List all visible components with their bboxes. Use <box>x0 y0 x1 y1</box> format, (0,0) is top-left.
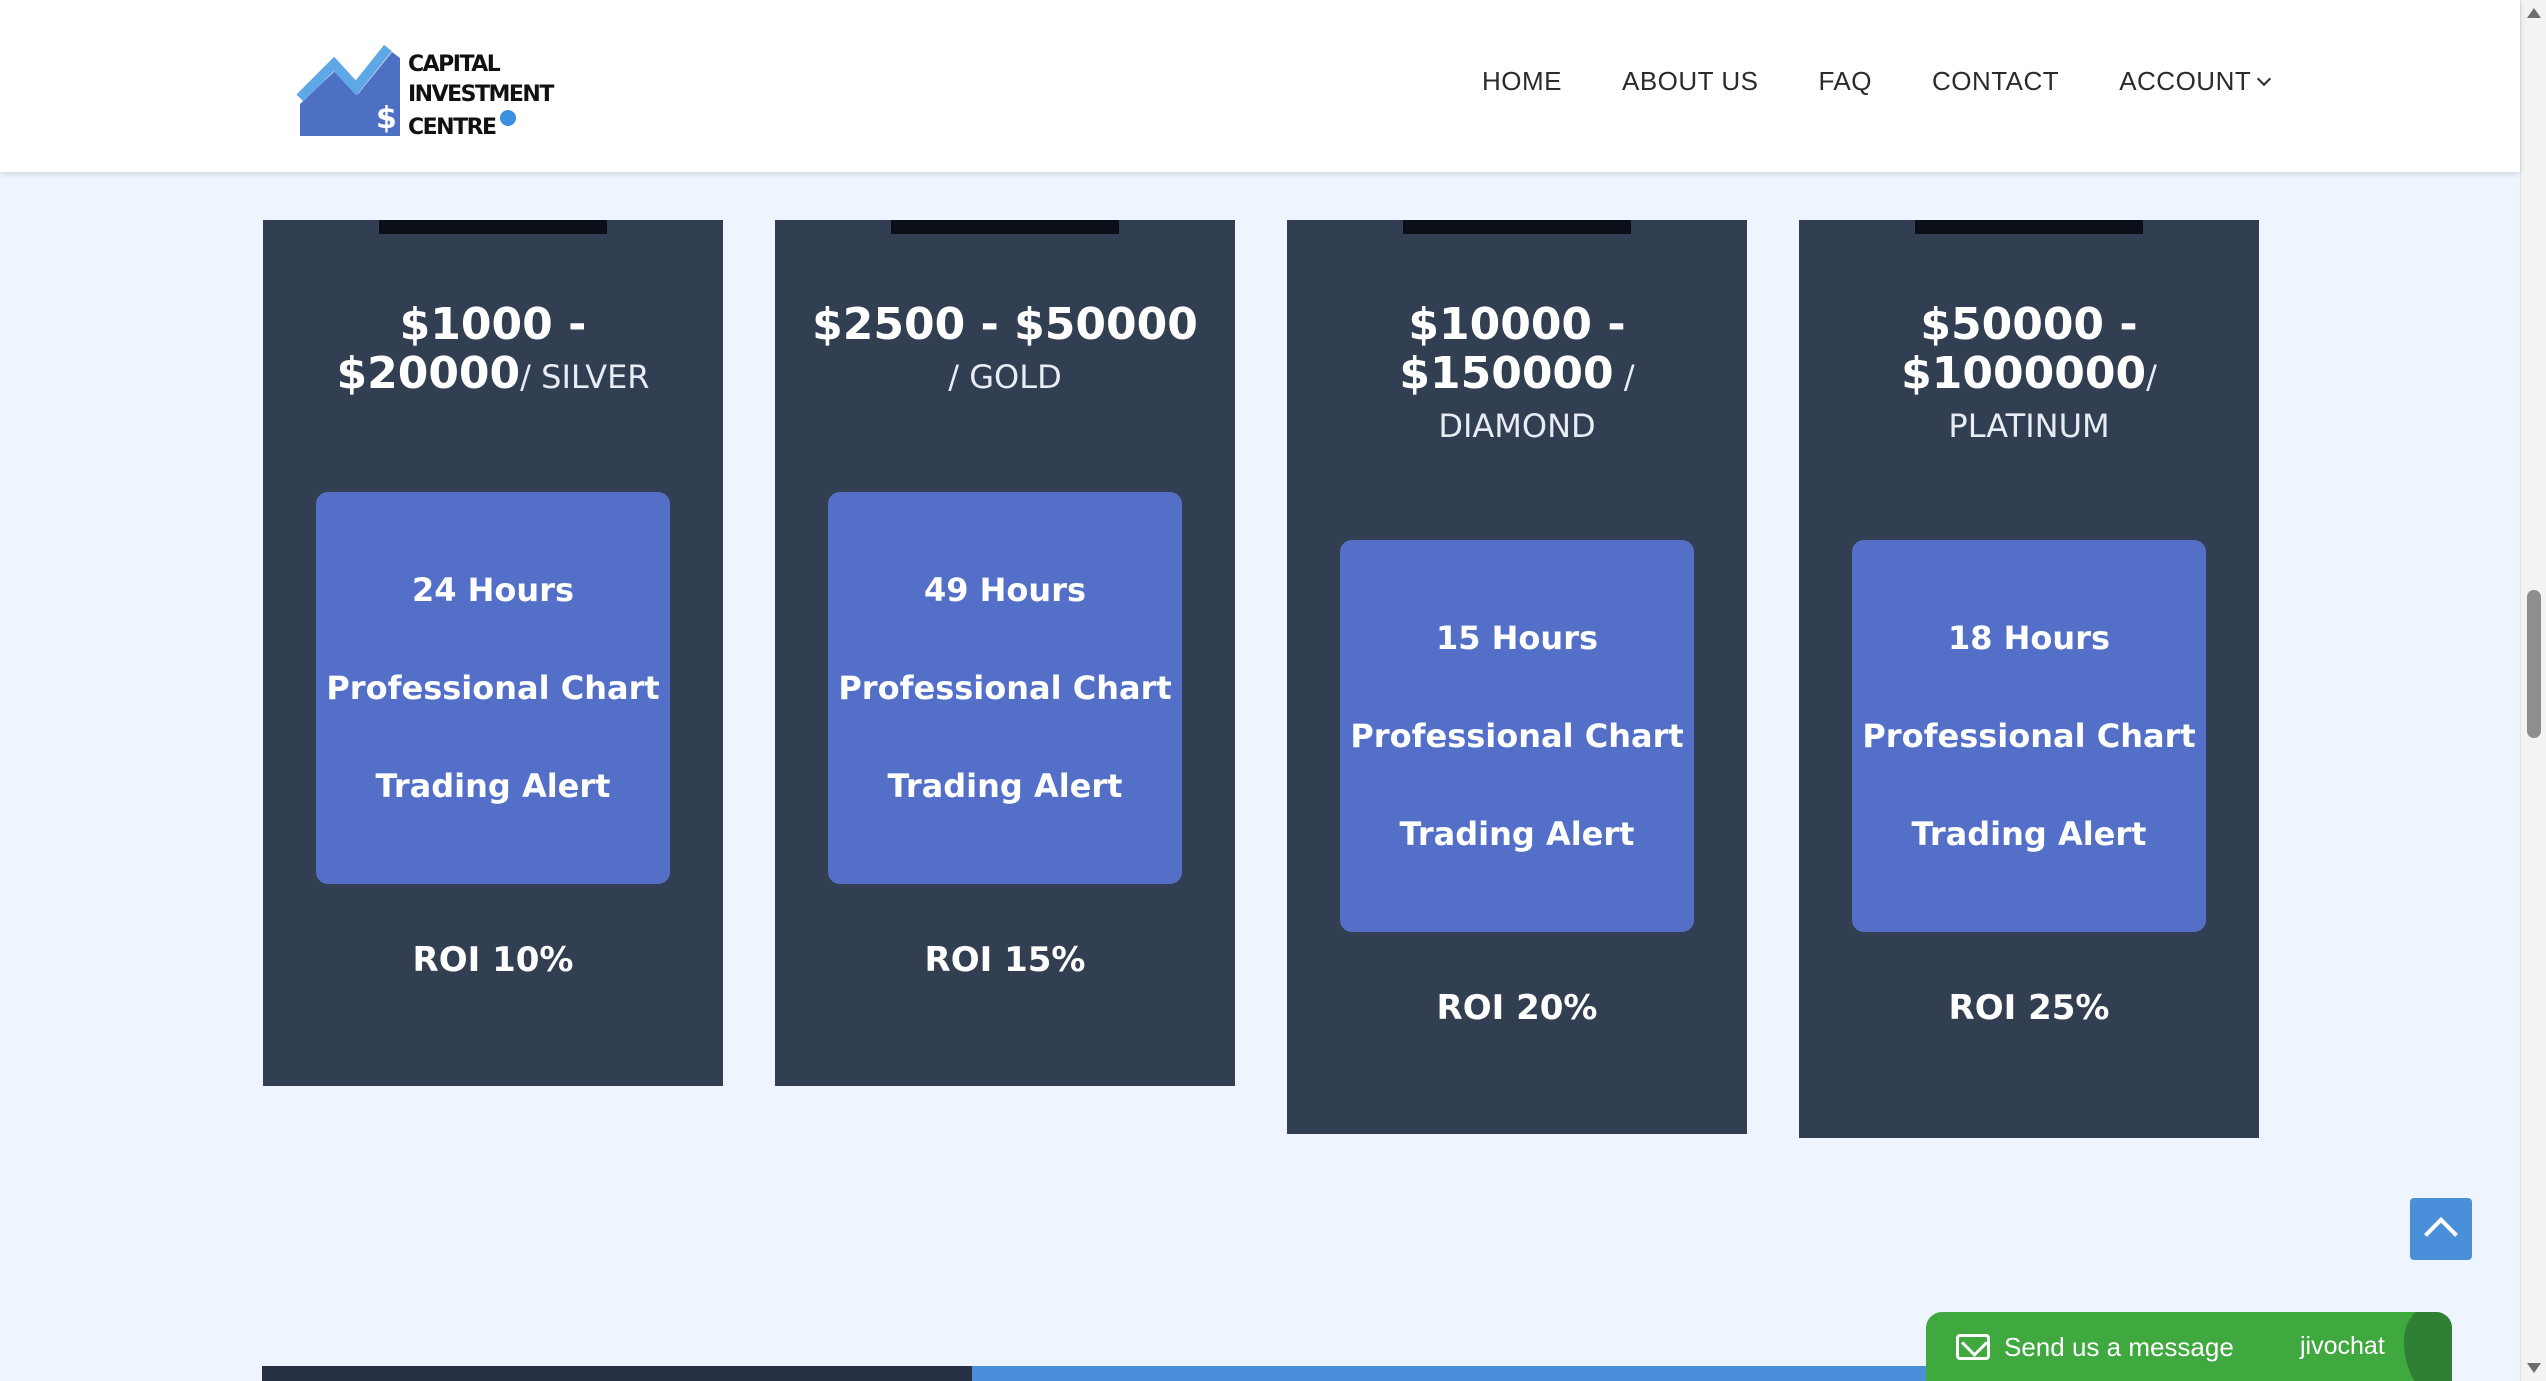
plan-hours: 24 Hours <box>411 571 575 609</box>
plan-price: $1000 - $20000/ SILVER <box>283 300 703 402</box>
plan-roi: ROI 10% <box>412 940 574 980</box>
price-line-1: $50000 - <box>1920 299 2138 350</box>
main-nav: HOME ABOUT US FAQ CONTACT ACCOUNT <box>1482 66 2272 97</box>
plan-features-box: 18 Hours Professional Chart Trading Aler… <box>1852 540 2206 932</box>
nav-home[interactable]: HOME <box>1482 66 1562 97</box>
logo-line-2: INVESTMENT <box>408 82 554 107</box>
site-header: $ CAPITAL INVESTMENT CENTRE HOME ABOUT U… <box>0 0 2520 172</box>
plan-feature-alert: Trading Alert <box>375 767 611 805</box>
chat-widget[interactable]: Send us a message jivochat <box>1926 1312 2452 1381</box>
logo-text: CAPITAL INVESTMENT CENTRE <box>408 50 554 143</box>
price-line-2: / GOLD <box>795 349 1215 402</box>
plan-hours: 15 Hours <box>1435 619 1599 657</box>
scroll-down-arrow-icon[interactable] <box>2527 1363 2541 1373</box>
plan-tier: / GOLD <box>948 358 1062 396</box>
logo-line-1: CAPITAL <box>408 52 501 77</box>
scrollbar-thumb[interactable] <box>2527 590 2541 738</box>
price-line-1: $2500 - $50000 <box>812 299 1198 350</box>
plan-top-bar <box>1403 220 1631 234</box>
plan-roi: ROI 15% <box>924 940 1086 980</box>
chart-logo-icon: $ <box>296 44 400 136</box>
plan-card-silver: $1000 - $20000/ SILVER 24 Hours Professi… <box>263 220 723 1086</box>
svg-text:$: $ <box>376 101 397 136</box>
plan-card-diamond: $10000 - $150000 / DIAMOND 15 Hours Prof… <box>1287 220 1747 1134</box>
verified-check-icon <box>499 110 516 126</box>
plan-top-bar <box>379 220 607 234</box>
nav-contact[interactable]: CONTACT <box>1932 66 2059 97</box>
plan-feature-alert: Trading Alert <box>1911 815 2147 853</box>
plan-tier: / <box>2146 358 2157 396</box>
plan-tier-name: PLATINUM <box>1948 407 2110 445</box>
plan-features-box: 24 Hours Professional Chart Trading Aler… <box>316 492 670 884</box>
plan-card-gold: $2500 - $50000 / GOLD 49 Hours Professio… <box>775 220 1235 1086</box>
plan-hours: 49 Hours <box>923 571 1087 609</box>
plan-price: $50000 - $1000000/ PLATINUM <box>1819 300 2239 451</box>
price-line-1: $1000 - <box>399 299 587 350</box>
plan-feature-alert: Trading Alert <box>1399 815 1635 853</box>
envelope-icon <box>1956 1334 1990 1360</box>
site-logo[interactable]: $ CAPITAL INVESTMENT CENTRE <box>296 44 556 140</box>
plan-card-platinum: $50000 - $1000000/ PLATINUM 18 Hours Pro… <box>1799 220 2259 1138</box>
plan-feature-alert: Trading Alert <box>887 767 1123 805</box>
scroll-up-arrow-icon[interactable] <box>2527 8 2541 18</box>
chat-brand-label: jivochat <box>2300 1332 2385 1360</box>
chevron-down-icon <box>2257 71 2272 87</box>
price-line-1: $10000 - <box>1408 299 1626 350</box>
plan-top-bar <box>891 220 1119 234</box>
logo-line-3: CENTRE <box>408 110 553 143</box>
nav-faq[interactable]: FAQ <box>1818 66 1872 97</box>
plan-top-bar <box>1915 220 2143 234</box>
plan-feature-chart: Professional Chart <box>326 669 660 707</box>
next-section-blue-strip <box>972 1366 1932 1381</box>
plan-roi: ROI 20% <box>1436 988 1598 1028</box>
plan-features-box: 49 Hours Professional Chart Trading Aler… <box>828 492 1182 884</box>
next-section-dark-strip <box>262 1366 972 1381</box>
plan-price: $2500 - $50000 / GOLD <box>795 300 1215 402</box>
chat-message-label: Send us a message <box>2004 1332 2234 1362</box>
price-line-2: $1000000/ <box>1901 348 2157 399</box>
plan-roi: ROI 25% <box>1948 988 2110 1028</box>
plan-feature-chart: Professional Chart <box>1350 717 1684 755</box>
chat-page-curl <box>2404 1312 2452 1381</box>
back-to-top-button[interactable] <box>2410 1198 2472 1260</box>
plan-tier-name: DIAMOND <box>1438 407 1596 445</box>
plan-hours: 18 Hours <box>1947 619 2111 657</box>
plan-feature-chart: Professional Chart <box>1862 717 2196 755</box>
plan-price: $10000 - $150000 / DIAMOND <box>1307 300 1727 451</box>
page-scrollbar[interactable] <box>2520 0 2546 1381</box>
price-line-2: $150000 / <box>1399 348 1635 399</box>
plan-tier: / <box>1613 358 1635 396</box>
nav-about-us[interactable]: ABOUT US <box>1622 66 1758 97</box>
plan-feature-chart: Professional Chart <box>838 669 1172 707</box>
nav-account-label: ACCOUNT <box>2119 66 2252 96</box>
plan-tier: / SILVER <box>520 358 650 396</box>
price-line-2: $20000/ SILVER <box>336 348 650 399</box>
nav-account[interactable]: ACCOUNT <box>2119 66 2272 97</box>
plan-features-box: 15 Hours Professional Chart Trading Aler… <box>1340 540 1694 932</box>
chevron-up-icon <box>2424 1217 2458 1251</box>
